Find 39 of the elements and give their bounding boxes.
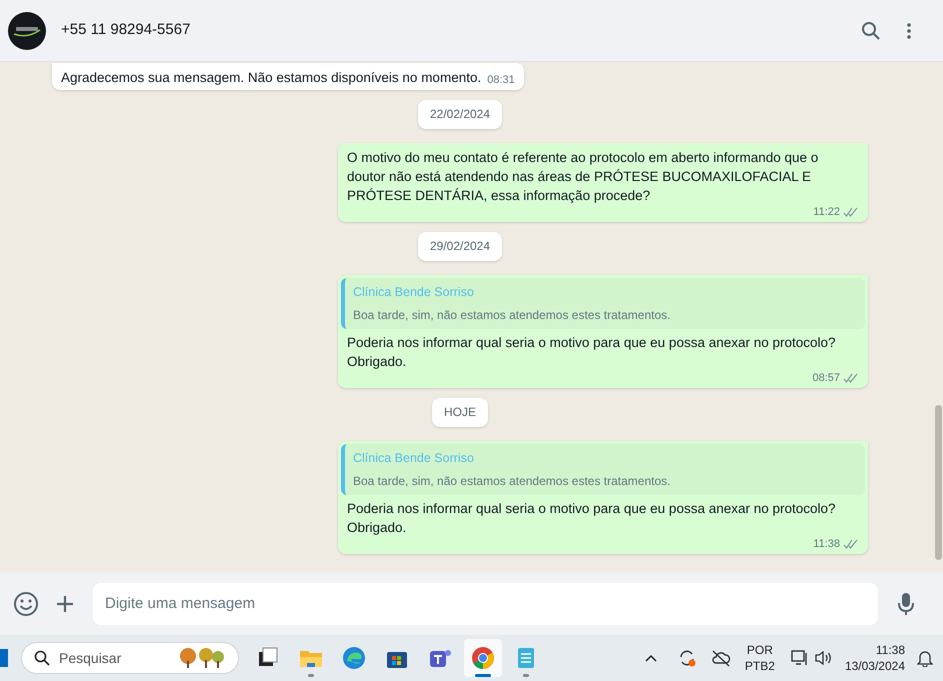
browser-icon xyxy=(341,645,367,671)
date-badge: 22/02/2024 xyxy=(418,100,502,129)
contact-name: +55 11 98294-5567 xyxy=(61,20,190,40)
chevron-up-icon[interactable] xyxy=(644,654,657,662)
start-icon[interactable] xyxy=(0,649,8,667)
search-placeholder: Pesquisar xyxy=(59,648,122,668)
taskbar-search[interactable]: Pesquisar xyxy=(21,642,239,674)
microphone-icon[interactable] xyxy=(898,592,914,616)
message-time: 11:38 xyxy=(813,536,840,550)
quoted-text: Boa tarde, sim, não estamos atendemos estes tratamentos. xyxy=(353,472,672,490)
date-badge: HOJE xyxy=(432,398,488,427)
message-text: Poderia nos informar qual seria o motivo para que eu possa anexar no protocolo? Obrigado. xyxy=(347,500,837,536)
menu-icon[interactable] xyxy=(907,22,911,38)
search-icon[interactable] xyxy=(861,20,881,40)
volume-icon[interactable] xyxy=(814,650,833,666)
message-time: 11:22 xyxy=(813,205,840,219)
language-indicator[interactable]: POR PTB2 xyxy=(744,642,775,674)
search-icon xyxy=(34,650,50,666)
message-text: Agradecemos sua mensagem. Não estamos disponíveis no momento. xyxy=(61,69,482,87)
quoted-author: Clínica Bende Sorriso xyxy=(353,450,475,467)
cloud-offline-icon[interactable] xyxy=(710,649,731,667)
quoted-text: Boa tarde, sim, não estamos atendemos estes tratamentos. xyxy=(353,306,672,324)
contact-avatar[interactable] xyxy=(8,12,46,50)
chrome-icon xyxy=(470,645,496,671)
network-icon[interactable] xyxy=(790,649,809,667)
message-text: O motivo do meu contato é referente ao protocolo em aberto informando que o doutor não está atendendo nas áreas de PRÓTESE BUCOMAXILOFACIAL E PRÓTESE DENTÁRIA, essa informação procede? xyxy=(347,149,820,205)
clock[interactable]: 11:38 13/03/2024 xyxy=(844,642,905,674)
message-time: 08:31 xyxy=(487,73,515,87)
date-badge: 29/02/2024 xyxy=(418,232,502,261)
message-input[interactable]: Digite uma mensagem xyxy=(93,582,878,624)
quoted-message[interactable]: Clínica Bende Sorriso Boa tarde, sim, não estamos atendemos estes tratamentos. xyxy=(341,444,865,494)
scrollbar[interactable] xyxy=(935,405,942,560)
message-text: Poderia nos informar qual seria o motivo para que eu possa anexar no protocolo? Obrigado. xyxy=(347,334,837,371)
emoji-icon[interactable] xyxy=(13,590,39,616)
message-time: 08:57 xyxy=(812,370,840,385)
bell-icon[interactable] xyxy=(917,649,933,667)
plus-icon[interactable] xyxy=(55,594,75,614)
quoted-author: Clínica Bende Sorriso xyxy=(353,284,475,301)
quoted-message[interactable]: Clínica Bende Sorriso Boa tarde, sim, não estamos atendemos estes tratamentos. xyxy=(341,278,865,329)
